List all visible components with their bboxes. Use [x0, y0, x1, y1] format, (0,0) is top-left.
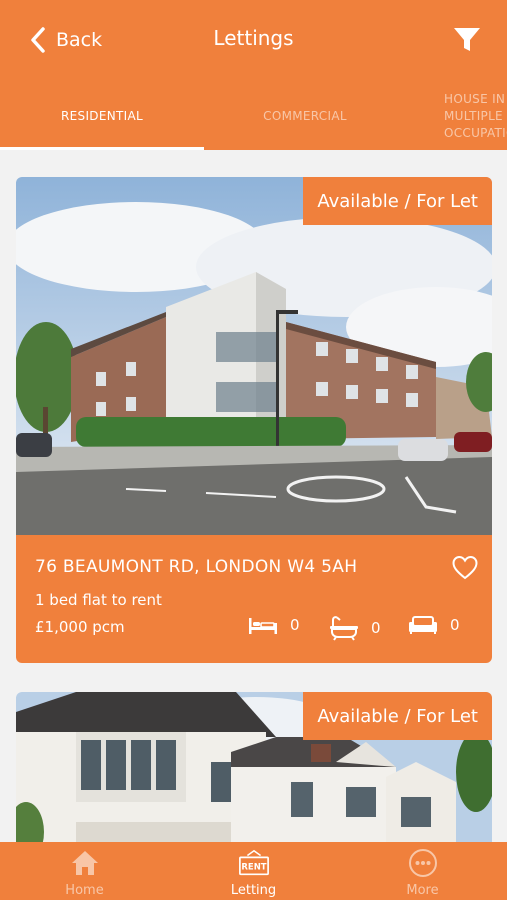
listing-address: 76 BEAUMONT RD, LONDON W4 5AH [35, 557, 358, 577]
availability-badge: Available / For Let [303, 692, 492, 740]
bottom-navigation: Home RENT Letting More [0, 842, 507, 900]
bathrooms-count: 0 [329, 615, 381, 641]
receptions-value: 0 [450, 616, 460, 634]
filter-button[interactable] [453, 26, 481, 54]
nav-more[interactable]: More [338, 842, 507, 900]
receptions-count: 0 [408, 615, 460, 635]
rent-sign-icon: RENT [238, 849, 269, 876]
listing-description: 1 bed flat to rent [35, 591, 162, 609]
filter-icon [454, 28, 480, 51]
bedrooms-count: 0 [248, 615, 300, 635]
nav-letting-label: Letting [230, 883, 277, 898]
more-icon [408, 849, 437, 877]
tab-house-in-multiple-occupation[interactable]: HOUSE IN MULTIPLE OCCUPATION [406, 82, 507, 150]
tab-residential[interactable]: RESIDENTIAL [0, 82, 204, 150]
property-photo [16, 177, 492, 535]
sofa-icon [409, 616, 437, 634]
tab-commercial[interactable]: COMMERCIAL [204, 82, 406, 150]
bed-icon [249, 618, 277, 634]
nav-home-label: Home [65, 883, 104, 898]
listing-card[interactable]: Available / For Let [16, 692, 492, 852]
bathrooms-value: 0 [371, 619, 381, 637]
svg-text:RENT: RENT [241, 862, 266, 872]
heart-icon [452, 555, 478, 580]
availability-badge: Available / For Let [303, 177, 492, 225]
bath-icon [330, 616, 358, 641]
listing-price: £1,000 pcm [35, 618, 125, 636]
home-icon [71, 851, 98, 875]
nav-more-label: More [406, 883, 439, 898]
active-tab-indicator [0, 147, 204, 150]
favorite-button[interactable] [452, 555, 478, 581]
listing-info: 76 BEAUMONT RD, LONDON W4 5AH 1 bed flat… [16, 535, 492, 663]
listing-card[interactable]: Available / For Let 76 BEAUMONT RD, LOND… [16, 177, 492, 663]
page-title: Lettings [213, 26, 294, 50]
app-header: Back Lettings RESIDENTIAL COMMERCIAL HOU… [0, 0, 507, 150]
nav-home[interactable]: Home [0, 842, 169, 900]
bedrooms-value: 0 [290, 616, 300, 634]
category-tabs: RESIDENTIAL COMMERCIAL HOUSE IN MULTIPLE… [0, 82, 507, 150]
nav-letting[interactable]: RENT Letting [169, 842, 338, 900]
